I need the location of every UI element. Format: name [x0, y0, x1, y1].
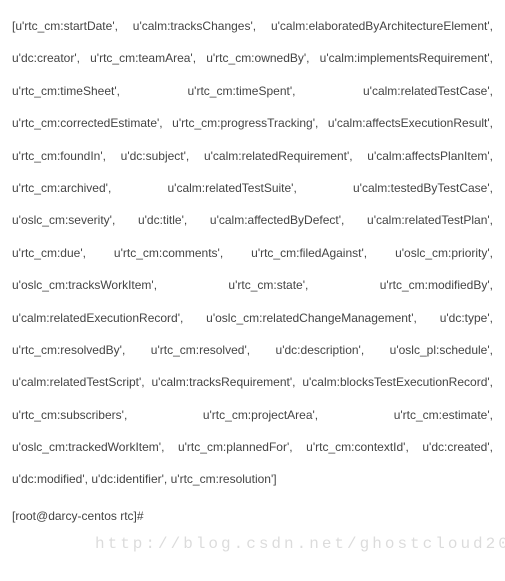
- list-item: u'calm:relatedTestCase',: [363, 84, 493, 98]
- list-item: u'rtc_cm:contextId',: [306, 440, 409, 454]
- list-item: u'calm:testedByTestCase',: [353, 181, 493, 195]
- list-item: u'oslc_cm:tracksWorkItem',: [12, 278, 157, 292]
- list-item: u'rtc_cm:timeSheet',: [12, 84, 120, 98]
- list-item: u'rtc_cm:foundIn',: [12, 149, 106, 163]
- list-item: u'dc:type',: [440, 311, 493, 325]
- list-item: u'calm:relatedExecutionRecord',: [12, 311, 183, 325]
- list-item: u'rtc_cm:progressTracking',: [172, 116, 318, 130]
- list-item: u'rtc_cm:resolvedBy',: [12, 343, 125, 357]
- list-item: u'rtc_cm:subscribers',: [12, 408, 127, 422]
- list-item: u'calm:implementsRequirement',: [320, 51, 493, 65]
- list-item: [u'rtc_cm:startDate',: [12, 19, 118, 33]
- list-item: u'rtc_cm:comments',: [114, 246, 223, 260]
- list-item: u'calm:relatedTestPlan',: [367, 213, 493, 227]
- terminal-list-output: [u'rtc_cm:startDate', u'calm:tracksChang…: [12, 10, 493, 496]
- list-item: u'oslc_cm:relatedChangeManagement',: [206, 311, 417, 325]
- list-item: u'dc:subject',: [121, 149, 190, 163]
- list-item: u'calm:relatedTestSuite',: [167, 181, 296, 195]
- list-item: u'rtc_cm:archived',: [12, 181, 111, 195]
- list-item: u'rtc_cm:projectArea',: [203, 408, 318, 422]
- list-item: u'oslc_cm:trackedWorkItem',: [12, 440, 164, 454]
- list-item: u'rtc_cm:plannedFor',: [178, 440, 293, 454]
- list-item: u'rtc_cm:teamArea',: [90, 51, 196, 65]
- list-item: u'rtc_cm:timeSpent',: [188, 84, 296, 98]
- list-item: u'oslc_cm:severity',: [12, 213, 115, 227]
- list-item: u'calm:tracksChanges',: [133, 19, 256, 33]
- list-item: u'rtc_cm:filedAgainst',: [251, 246, 367, 260]
- list-item: u'rtc_cm:ownedBy',: [206, 51, 309, 65]
- list-item: u'dc:modified',: [12, 472, 88, 486]
- list-item: u'rtc_cm:resolved',: [151, 343, 250, 357]
- list-item: u'calm:affectsExecutionResult',: [328, 116, 493, 130]
- list-item: u'rtc_cm:estimate',: [394, 408, 493, 422]
- list-item: u'rtc_cm:resolution']: [171, 472, 277, 486]
- list-item: u'oslc_cm:priority',: [395, 246, 493, 260]
- list-item: u'dc:created',: [422, 440, 493, 454]
- list-item: u'dc:creator',: [12, 51, 80, 65]
- list-item: u'rtc_cm:due',: [12, 246, 86, 260]
- list-item: u'rtc_cm:correctedEstimate',: [12, 116, 163, 130]
- list-item: u'dc:description',: [276, 343, 365, 357]
- list-item: u'rtc_cm:state',: [228, 278, 308, 292]
- list-item: u'calm:affectsPlanItem',: [367, 149, 493, 163]
- watermark: http://blog.csdn.net/ghostcloud2016: [95, 533, 505, 555]
- list-item: u'calm:relatedTestScript',: [12, 375, 145, 389]
- shell-prompt: [root@darcy-centos rtc]#: [12, 508, 493, 525]
- list-item: u'dc:identifier',: [91, 472, 167, 486]
- list-item: u'calm:blocksTestExecutionRecord',: [302, 375, 493, 389]
- list-item: u'rtc_cm:modifiedBy',: [380, 278, 493, 292]
- list-item: u'calm:elaboratedByArchitectureElement',: [271, 19, 493, 33]
- list-item: u'calm:affectedByDefect',: [210, 213, 344, 227]
- list-item: u'oslc_pl:schedule',: [390, 343, 493, 357]
- list-item: u'calm:tracksRequirement',: [152, 375, 296, 389]
- list-item: u'dc:title',: [138, 213, 187, 227]
- list-item: u'calm:relatedRequirement',: [204, 149, 353, 163]
